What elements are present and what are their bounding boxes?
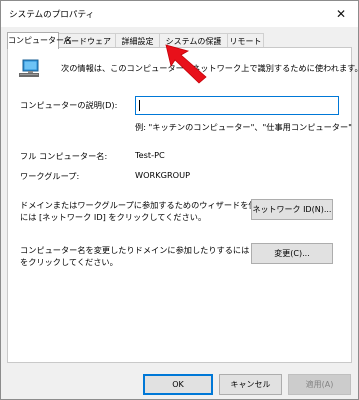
example-text: 例: "キッチンのコンピューター"、"仕事用コンピューター"	[135, 122, 352, 132]
tab-label: 詳細設定	[121, 37, 154, 46]
network-id-button[interactable]: ネットワーク ID(N)...	[251, 199, 333, 220]
change-text-line1: コンピューター名を変更したりドメインに参加したりするには [変更]	[20, 245, 275, 255]
close-icon: ✕	[335, 7, 347, 21]
tab-remote[interactable]: リモート	[227, 33, 264, 48]
cancel-button-label: キャンセル	[230, 380, 271, 389]
change-text-line2: をクリックしてください。	[20, 257, 118, 267]
change-button[interactable]: 変更(C)...	[251, 243, 333, 264]
title-bar: システムのプロパティ ✕	[1, 1, 358, 27]
apply-button: 適用(A)	[288, 374, 351, 395]
system-properties-dialog: システムのプロパティ ✕ コンピューター名 ハードウェア 詳細設定 システムの保…	[0, 0, 359, 400]
workgroup-label: ワークグループ:	[20, 171, 80, 181]
network-id-button-label: ネットワーク ID(N)...	[252, 205, 332, 214]
red-arrow-annotation	[165, 44, 207, 84]
computer-icon	[19, 59, 39, 77]
tab-label: リモート	[229, 37, 262, 46]
change-button-label: 変更(C)...	[274, 249, 310, 258]
ok-button-label: OK	[172, 380, 184, 389]
workgroup-value: WORKGROUP	[135, 170, 191, 180]
full-name-label: フル コンピューター名:	[20, 151, 108, 161]
intro-text: 次の情報は、このコンピューターをネットワーク上で識別するために使われます。	[61, 63, 359, 73]
network-text-line2: には [ネットワーク ID] をクリックしてください。	[20, 212, 207, 222]
full-name-value: Test-PC	[135, 150, 165, 160]
computer-name-panel: 次の情報は、このコンピューターをネットワーク上で識別するために使われます。 コン…	[7, 47, 359, 363]
network-text-line1: ドメインまたはワークグループに参加するためのウィザードを使用する	[20, 200, 282, 210]
text-caret	[139, 100, 140, 111]
description-input[interactable]	[135, 96, 339, 115]
tab-computer-name[interactable]: コンピューター名	[7, 32, 72, 49]
tab-advanced[interactable]: 詳細設定	[115, 33, 160, 48]
ok-button[interactable]: OK	[143, 374, 213, 395]
description-label: コンピューターの説明(D):	[20, 100, 118, 110]
window-title: システムのプロパティ	[9, 10, 95, 20]
close-button[interactable]: ✕	[324, 1, 358, 27]
apply-button-label: 適用(A)	[305, 380, 334, 389]
tab-label: コンピューター名	[8, 36, 72, 45]
cancel-button[interactable]: キャンセル	[219, 374, 282, 395]
